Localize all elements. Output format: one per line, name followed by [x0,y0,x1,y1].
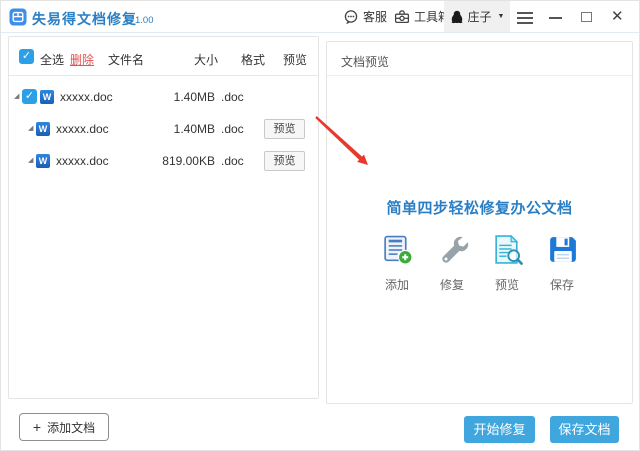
word-file-icon: W [36,122,50,136]
file-format: .doc [221,122,244,136]
file-name: xxxxx.doc [60,90,113,104]
step-add: 添加 [378,233,416,293]
word-file-icon: W [36,154,50,168]
penguin-avatar-icon [450,10,464,24]
plus-icon: + [33,419,41,435]
table-row[interactable]: ◢ ✓ W xxxxx.doc 1.40MB .doc [9,82,318,112]
file-name: xxxxx.doc [56,154,109,168]
file-format: .doc [221,90,244,104]
save-document-button[interactable]: 保存文档 [550,416,619,443]
app-version: 1.00 [135,15,154,26]
tree-expand-icon[interactable]: ◢ [28,156,33,164]
steps-row: 添加 修复 [327,233,632,293]
customer-service-button[interactable]: 客服 [343,1,387,32]
toolbox-icon [394,9,410,25]
user-menu[interactable]: 庄子 ▼ [444,1,510,32]
app-title: 失易得文档修复 [32,9,137,29]
titlebar: 失易得文档修复 1.00 客服 工具箱 [1,1,639,33]
step-label: 保存 [543,276,581,293]
file-list-header: ✓ 全选 删除 文件名 大小 格式 预览 [9,37,318,76]
step-label: 修复 [433,276,471,293]
add-document-icon [381,233,414,266]
row-checkbox[interactable]: ✓ [22,89,37,104]
step-label: 预览 [488,276,526,293]
wrench-icon [436,233,469,266]
chat-bubble-icon [343,9,359,25]
step-label: 添加 [378,276,416,293]
step-save: 保存 [543,233,581,293]
menu-button[interactable] [517,12,533,27]
add-document-button[interactable]: + 添加文档 [19,413,109,441]
chevron-down-icon[interactable]: ▼ [498,13,505,20]
app-logo-icon [9,8,27,26]
file-name: xxxxx.doc [56,122,109,136]
column-preview: 预览 [283,51,307,68]
customer-service-label: 客服 [363,8,387,25]
step-repair: 修复 [433,233,471,293]
tree-expand-icon[interactable]: ◢ [28,124,33,132]
file-size: 1.40MB [149,122,215,136]
preview-panel-title: 文档预览 [327,42,632,76]
add-document-label: 添加文档 [47,419,95,436]
preview-button[interactable]: 预览 [264,119,305,139]
slogan-text: 简单四步轻松修复办公文档 [327,197,632,218]
start-repair-button[interactable]: 开始修复 [464,416,535,443]
delete-link[interactable]: 删除 [70,51,94,68]
file-format: .doc [221,154,244,168]
document-preview-panel: 文档预览 简单四步轻松修复办公文档 添加 [326,41,633,404]
tree-expand-icon[interactable]: ◢ [14,92,19,100]
select-all-checkbox[interactable]: ✓ [19,49,34,64]
select-all-label[interactable]: 全选 [40,51,64,68]
username: 庄子 [468,8,492,25]
close-button[interactable]: ✕ [611,7,624,25]
steps-block: 简单四步轻松修复办公文档 添加 [327,197,632,293]
preview-magnifier-icon [491,233,524,266]
app-window: 失易得文档修复 1.00 客服 工具箱 [0,0,640,451]
step-preview: 预览 [488,233,526,293]
column-size: 大小 [194,51,218,68]
floppy-save-icon [546,233,579,266]
table-row[interactable]: ◢ W xxxxx.doc 1.40MB .doc 预览 [9,114,318,144]
table-row[interactable]: ◢ W xxxxx.doc 819.00KB .doc 预览 [9,146,318,176]
minimize-button[interactable] [549,9,565,25]
column-filename: 文件名 [108,51,144,68]
toolbox-button[interactable]: 工具箱 [394,1,450,32]
maximize-button[interactable] [581,9,597,25]
file-size: 819.00KB [149,154,215,168]
file-size: 1.40MB [149,90,215,104]
file-list-panel: ✓ 全选 删除 文件名 大小 格式 预览 ◢ ✓ W xxxxx.doc 1.4… [8,36,319,399]
preview-button[interactable]: 预览 [264,151,305,171]
word-file-icon: W [40,90,54,104]
column-format: 格式 [241,51,265,68]
